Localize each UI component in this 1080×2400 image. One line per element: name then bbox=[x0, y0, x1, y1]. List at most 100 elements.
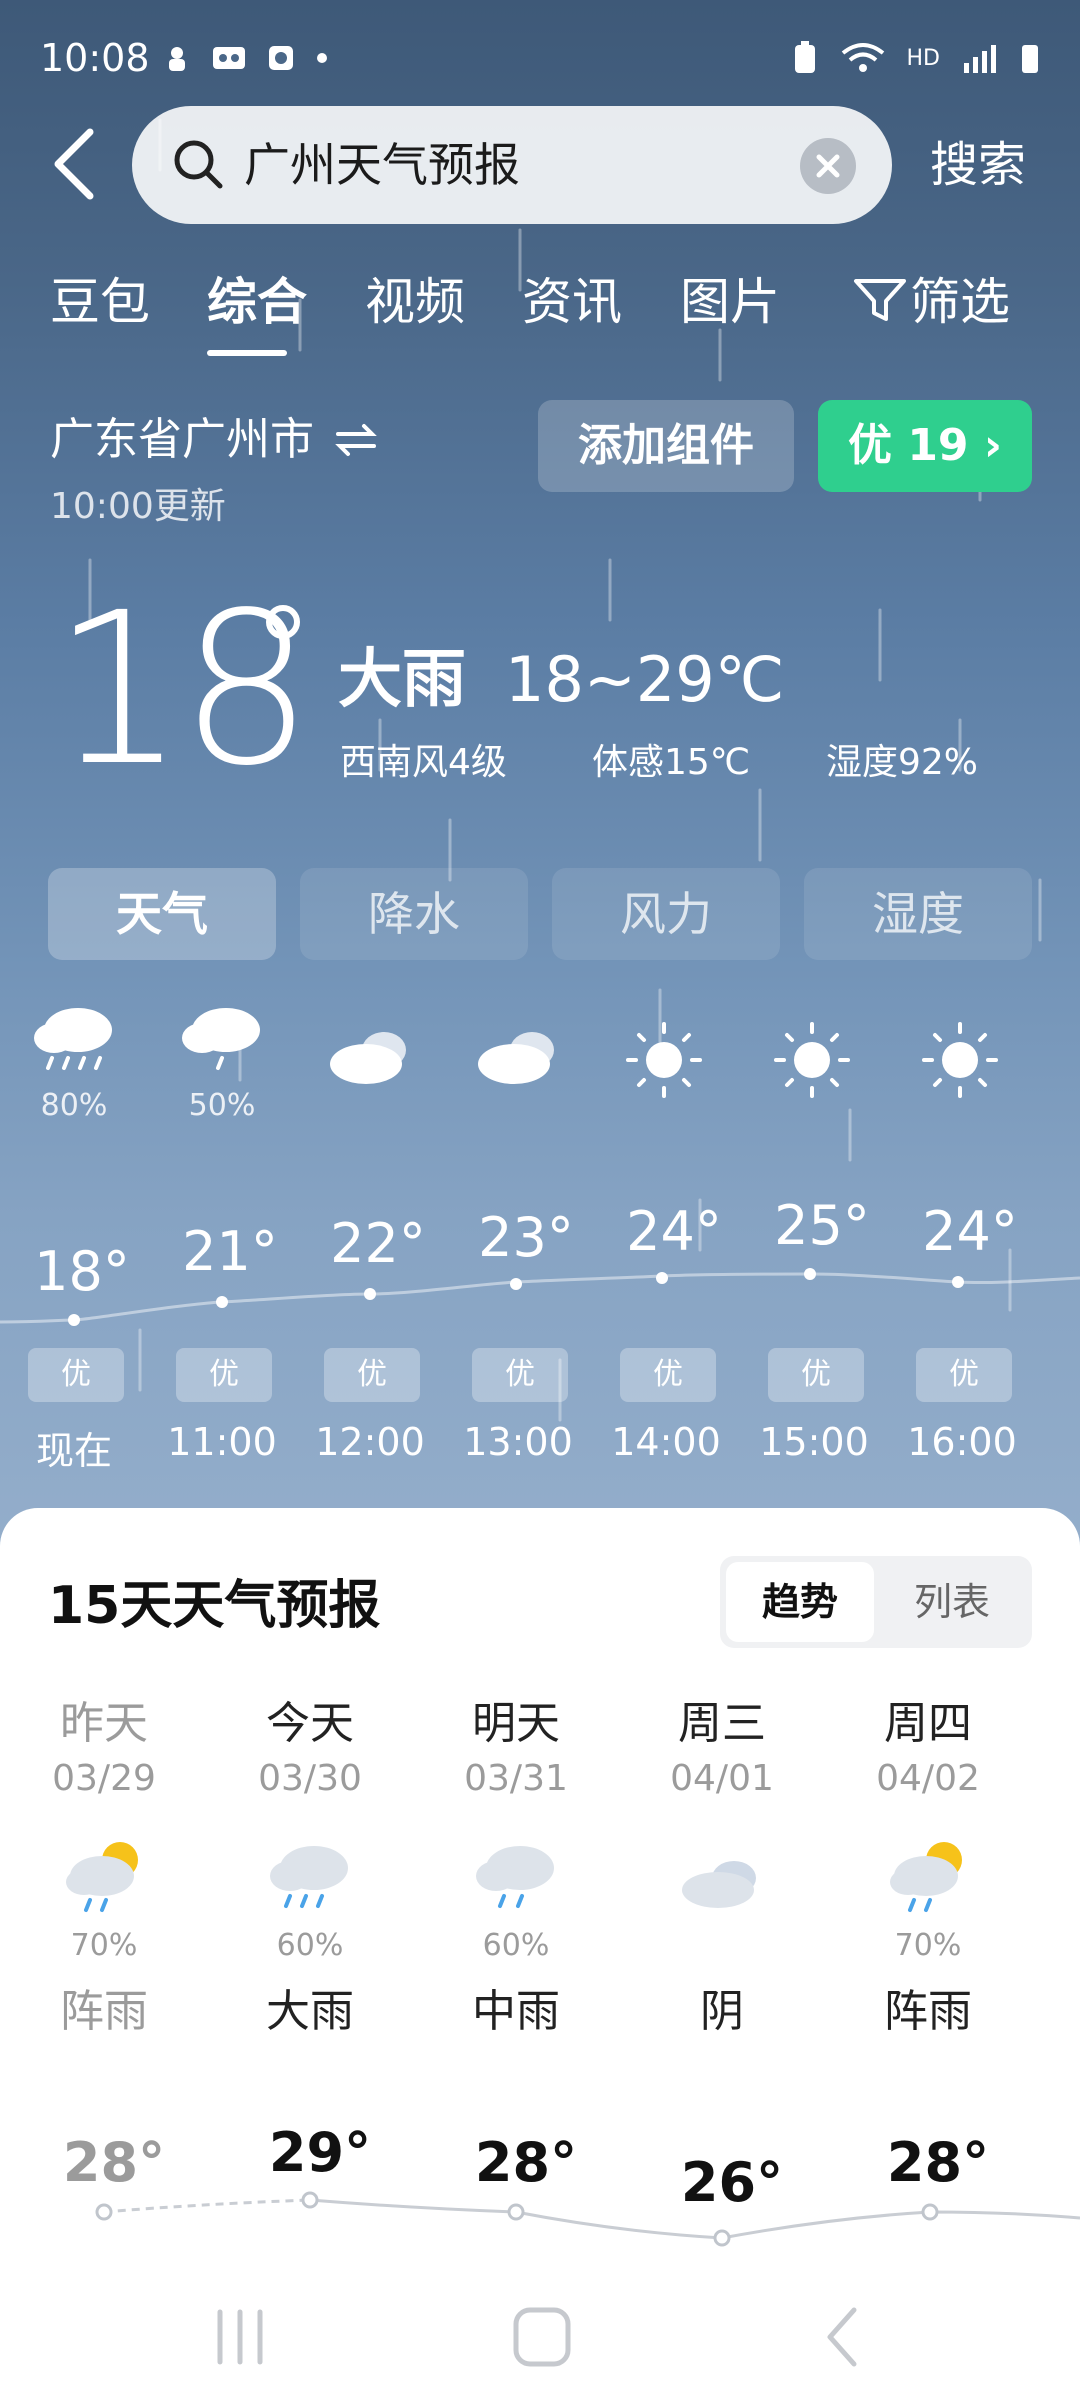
active-tab-indicator bbox=[207, 350, 287, 356]
result-tabs: 豆包 综合 视频 资讯 图片 筛选 bbox=[0, 262, 1080, 362]
hourly-time-1: 11:00 bbox=[167, 1420, 277, 1464]
forecast-day-0[interactable]: 昨天 03/29 bbox=[14, 1694, 194, 1804]
forecast-precip-1: 60% bbox=[276, 1928, 344, 1963]
back-arrow-icon[interactable] bbox=[46, 124, 106, 204]
temperature-range: 18~29℃ bbox=[505, 643, 785, 716]
status-right-group: HD bbox=[791, 28, 1040, 88]
filter-icon bbox=[854, 279, 906, 321]
rain-cloud-icon bbox=[34, 1008, 112, 1070]
battery-icon bbox=[1022, 45, 1038, 73]
segment-weather[interactable]: 天气 bbox=[48, 868, 276, 960]
hourly-time-6: 16:00 bbox=[907, 1420, 1017, 1464]
toggle-trend[interactable]: 趋势 bbox=[726, 1562, 874, 1642]
search-button[interactable]: 搜索 bbox=[930, 130, 1026, 200]
day-name: 今天 bbox=[266, 1698, 354, 1749]
forecast-day-2[interactable]: 明天 03/31 bbox=[426, 1694, 606, 1804]
hourly-time-0: 现在 bbox=[35, 1429, 112, 1473]
hourly-aqi-6: 优 bbox=[916, 1348, 1012, 1402]
forecast-precip-2: 60% bbox=[482, 1928, 550, 1963]
cloudy-icon bbox=[682, 1861, 756, 1908]
battery-saver-icon bbox=[794, 41, 815, 73]
dot-icon bbox=[316, 53, 327, 63]
hourly-time-5: 15:00 bbox=[759, 1420, 869, 1464]
hourly-time-3: 13:00 bbox=[463, 1420, 573, 1464]
hourly-time-4: 14:00 bbox=[611, 1420, 721, 1464]
close-icon bbox=[816, 154, 840, 178]
status-time: 10:08 bbox=[40, 36, 150, 80]
search-bar[interactable]: 广州天气预报 bbox=[132, 106, 892, 224]
wind-info: 西南风4级 bbox=[340, 742, 507, 783]
hourly-temp-4: 24° bbox=[626, 1200, 722, 1263]
switch-location-icon bbox=[335, 424, 377, 456]
light-rain-cloud-icon bbox=[182, 1008, 260, 1070]
wifi-icon bbox=[841, 43, 884, 72]
tab-news[interactable]: 资讯 bbox=[522, 262, 622, 342]
segment-humidity[interactable]: 湿度 bbox=[804, 868, 1032, 960]
tab-video[interactable]: 视频 bbox=[365, 262, 465, 342]
hourly-aqi-4: 优 bbox=[620, 1348, 716, 1402]
hourly-aqi-2: 优 bbox=[324, 1348, 420, 1402]
clear-search-button[interactable] bbox=[800, 138, 856, 194]
location[interactable]: 广东省广州市 bbox=[50, 410, 378, 470]
hourly-temp-curve bbox=[0, 1268, 1080, 1326]
sun-rain-cloud-icon bbox=[890, 1842, 962, 1912]
day-name: 昨天 bbox=[60, 1698, 148, 1749]
hourly-time-2: 12:00 bbox=[315, 1420, 425, 1464]
aqi-button[interactable]: 优 19 › bbox=[818, 400, 1032, 492]
update-time: 10:00更新 bbox=[50, 486, 226, 527]
current-condition: 大雨 bbox=[338, 643, 466, 717]
humidity-info: 湿度92% bbox=[826, 742, 979, 783]
cloudy-icon bbox=[478, 1032, 554, 1084]
forecast-day-1[interactable]: 今天 03/30 bbox=[220, 1694, 400, 1804]
hourly-temp-6: 24° bbox=[922, 1200, 1018, 1263]
day-date: 04/01 bbox=[670, 1758, 774, 1799]
segment-precipitation[interactable]: 降水 bbox=[300, 868, 528, 960]
tab-filter[interactable]: 筛选 bbox=[850, 262, 1010, 342]
tab-images[interactable]: 图片 bbox=[680, 262, 780, 342]
hourly-aqi-0: 优 bbox=[28, 1348, 124, 1402]
forecast-precip-4: 70% bbox=[894, 1928, 962, 1963]
forecast-sheet: 15天天气预报 趋势 列表 昨天 03/29 今天 03/30 明天 03/31… bbox=[0, 1508, 1080, 2400]
toggle-list[interactable]: 列表 bbox=[878, 1562, 1026, 1642]
sun-icon bbox=[922, 1022, 998, 1098]
light-rain-cloud-icon bbox=[476, 1846, 554, 1908]
tab-doubao[interactable]: 豆包 bbox=[50, 262, 150, 342]
forecast-day-4[interactable]: 周四 04/02 bbox=[838, 1694, 1018, 1804]
day-name: 周四 bbox=[884, 1698, 972, 1749]
add-widget-button[interactable]: 添加组件 bbox=[538, 400, 794, 492]
forecast-title: 15天天气预报 bbox=[48, 1576, 381, 1636]
day-name: 周三 bbox=[678, 1698, 766, 1749]
app-notification-icon bbox=[268, 46, 293, 70]
back-nav-icon[interactable] bbox=[818, 2302, 868, 2372]
current-temperature: 18 bbox=[52, 567, 313, 812]
forecast-precip-0: 70% bbox=[70, 1928, 138, 1963]
day-date: 03/30 bbox=[258, 1758, 362, 1799]
forecast-day-3[interactable]: 周三 04/01 bbox=[632, 1694, 812, 1804]
rain-cloud-icon bbox=[270, 1846, 348, 1908]
view-toggle: 趋势 列表 bbox=[720, 1556, 1032, 1648]
forecast-cond-0: 阵雨 bbox=[60, 1986, 148, 2037]
feels-like: 体感15℃ bbox=[592, 742, 751, 783]
hourly-aqi-1: 优 bbox=[176, 1348, 272, 1402]
segment-wind[interactable]: 风力 bbox=[552, 868, 780, 960]
tab-filter-label: 筛选 bbox=[910, 273, 1010, 331]
sun-icon bbox=[626, 1022, 702, 1098]
hourly-precip-0: 80% bbox=[40, 1088, 108, 1123]
hourly-aqi-3: 优 bbox=[472, 1348, 568, 1402]
voicemail-icon bbox=[212, 47, 245, 69]
hd-indicator: HD bbox=[906, 45, 940, 71]
sun-icon bbox=[774, 1022, 850, 1098]
cloudy-icon bbox=[330, 1032, 406, 1084]
home-icon[interactable] bbox=[510, 2302, 574, 2372]
forecast-cond-4: 阵雨 bbox=[884, 1986, 972, 2037]
degree-symbol bbox=[266, 605, 300, 639]
forecast-temp-1: 29° bbox=[268, 2121, 372, 2184]
location-name: 广东省广州市 bbox=[50, 414, 314, 465]
notification-icon bbox=[168, 47, 185, 71]
day-name: 明天 bbox=[472, 1698, 560, 1749]
signal-icon bbox=[964, 45, 996, 73]
search-input[interactable]: 广州天气预报 bbox=[244, 106, 520, 224]
recents-icon[interactable] bbox=[210, 2302, 270, 2372]
hourly-aqi-5: 优 bbox=[768, 1348, 864, 1402]
tab-comprehensive[interactable]: 综合 bbox=[207, 262, 307, 342]
